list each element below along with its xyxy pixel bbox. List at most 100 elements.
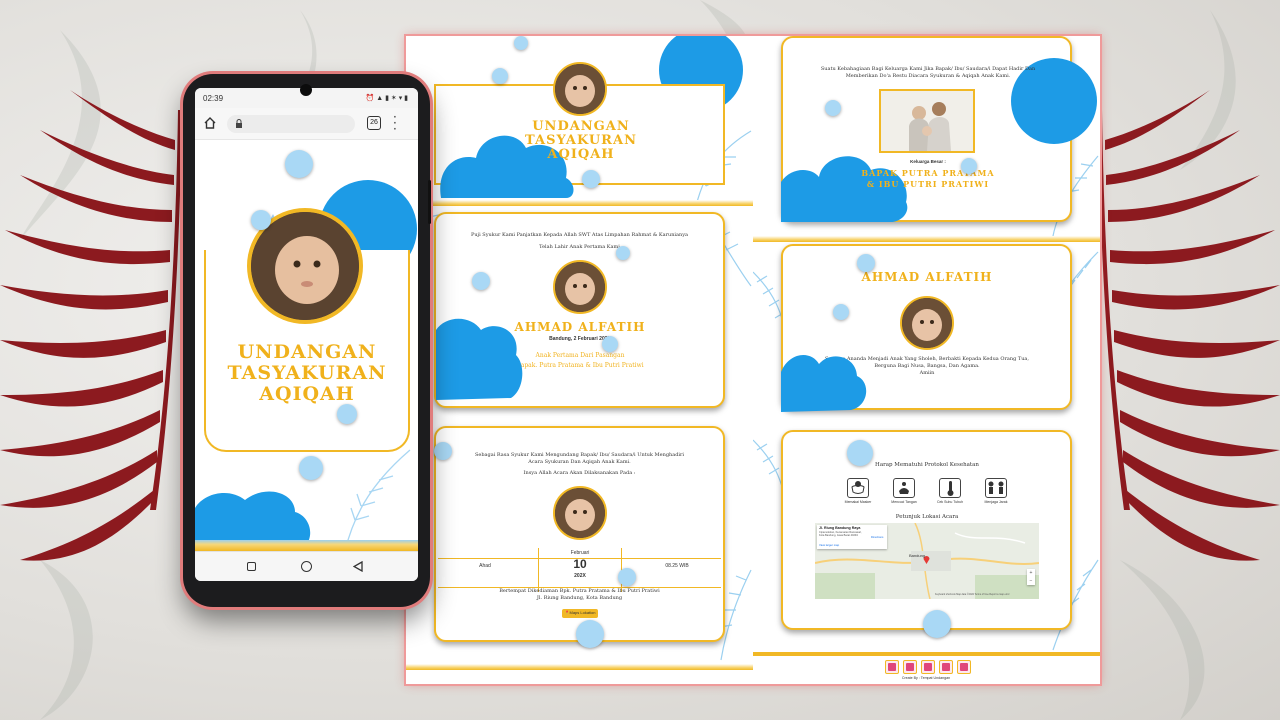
- android-nav-bar: [195, 551, 418, 581]
- event-intro: Sebagai Rasa Syukur Kami Mengundang Bapa…: [452, 452, 707, 477]
- event-place: Bertempat Dikediaman Bpk. Putra Pratama …: [452, 588, 707, 602]
- phone-side-button: [428, 180, 431, 224]
- distance-icon: [985, 478, 1007, 498]
- intro-line-2: Telah Lahir Anak Pertama Kami: [539, 244, 620, 250]
- cover-title: UNDANGAN TASYAKURAN AQIQAH: [506, 120, 656, 162]
- thermometer-icon: [939, 478, 961, 498]
- title-line-3: AQIQAH: [547, 147, 615, 162]
- bubble-decoration: [434, 442, 452, 460]
- event-details-panel: Sebagai Rasa Syukur Kami Mengundang Bapa…: [406, 420, 753, 670]
- back-button[interactable]: [353, 561, 363, 572]
- title-line-3: AQIQAH: [259, 383, 355, 405]
- family-panel: Suatu Kebahagiaan Bagi Keluarga Kami Jik…: [753, 36, 1100, 242]
- maps-location-button[interactable]: 📍Maps Lokation: [562, 609, 598, 618]
- right-fern-decoration: [1098, 90, 1280, 561]
- intro-text: Puji Syukur Kami Panjatkan Kepada Allah …: [446, 232, 713, 251]
- cloud-decoration: [781, 354, 867, 412]
- map-zoom-control[interactable]: + −: [1027, 569, 1035, 585]
- bubble-decoration: [825, 100, 841, 116]
- tabs-icon[interactable]: 26: [367, 116, 381, 130]
- footer-nav-calendar[interactable]: [921, 660, 935, 674]
- family-line-1: BAPAK PUTRA PRATAMA: [861, 168, 995, 178]
- map-place: Jl. Riung Bandung Raya: [819, 526, 861, 530]
- map-directions-link[interactable]: Directions: [871, 535, 887, 539]
- browser-toolbar: 26 · · ·: [195, 108, 418, 140]
- birth-announcement-panel: Puji Syukur Kami Panjatkan Kepada Allah …: [406, 206, 753, 420]
- maps-button-label: Maps Lokation: [569, 610, 596, 615]
- bubble-decoration: [602, 336, 618, 352]
- baby-name: AHMAD ALFATIH: [861, 270, 993, 284]
- cloud-decoration: [436, 318, 523, 400]
- status-time: 02:39: [203, 94, 224, 103]
- bubble-decoration: [576, 620, 604, 648]
- date-divider-left: [538, 548, 539, 592]
- footer-nav-location[interactable]: [939, 660, 953, 674]
- event-day: Ahad: [479, 563, 491, 569]
- status-icons: ⏰ ▲ ▮ ✶ ▾ ▮: [365, 95, 408, 102]
- bubble-decoration: [857, 254, 875, 272]
- title-line-2: TASYAKURAN: [525, 133, 637, 148]
- phone-gold-band: [195, 540, 418, 551]
- baby-photo: [553, 62, 607, 116]
- map-address: Cipamokolan, Kecamatan Rancasari, Kota B…: [819, 531, 862, 538]
- intro-line-1: Suatu Kebahagiaan Bagi Keluarga Kami Jik…: [820, 66, 1036, 72]
- bubble-decoration: [618, 568, 636, 586]
- map-city: Bandung: [909, 553, 926, 558]
- baby-photo: [553, 486, 607, 540]
- event-date: 10: [573, 557, 587, 571]
- event-year: 202X: [574, 573, 586, 579]
- bubble-decoration: [582, 170, 600, 188]
- phone-screen: 02:39 ⏰ ▲ ▮ ✶ ▾ ▮ 26 · · · UNDANGAN TASYAK…: [195, 88, 418, 581]
- bubble-decoration: [492, 68, 508, 84]
- title-line-1: UNDANGAN: [532, 119, 630, 134]
- bubble-decoration: [337, 404, 357, 424]
- map-larger-link[interactable]: View larger map: [819, 543, 869, 547]
- footer-nav-home[interactable]: [885, 660, 899, 674]
- title-line-1: UNDANGAN: [237, 341, 377, 363]
- bubble-decoration: [299, 456, 323, 480]
- bubble-decoration: [847, 440, 873, 466]
- hand-wash-icon: [893, 478, 915, 498]
- intro-line-1: Puji Syukur Kami Panjatkan Kepada Allah …: [470, 232, 689, 238]
- front-camera: [300, 84, 312, 96]
- intro-line-1: Sebagai Rasa Syukur Kami Mengundang Bapa…: [474, 452, 685, 458]
- bubble-decoration: [514, 36, 528, 50]
- phone-title: UNDANGAN TASYAKURAN AQIQAH: [209, 342, 405, 405]
- family-names: BAPAK PUTRA PRATAMA & IBU PUTRI PRATIWI: [853, 168, 1003, 190]
- protocol-label-wash: Mencuci Tangan: [891, 500, 917, 504]
- bubble-decoration: [472, 272, 490, 290]
- mask-icon: [847, 478, 869, 498]
- menu-dots-icon[interactable]: · · ·: [393, 111, 399, 135]
- map-title: Petunjuk Lokasi Acara: [895, 514, 959, 520]
- recent-apps-button[interactable]: [247, 562, 256, 571]
- protocol-map-panel: Harap Mematuhi Protokol Kesehatan Memaka…: [753, 420, 1100, 684]
- footer-nav-gallery[interactable]: [957, 660, 971, 674]
- intro-line-3: Insya Allah Acara Akan Dilaksanakan Pada…: [523, 470, 636, 476]
- bubble-decoration: [616, 246, 630, 260]
- baby-photo: [900, 296, 954, 350]
- left-fern-decoration: [0, 90, 182, 561]
- baby-photo: [553, 260, 607, 314]
- baby-photo: [251, 212, 359, 320]
- lock-icon: [236, 119, 242, 128]
- credit-text: Create By : Tempat Undangan: [901, 676, 951, 680]
- cloud-decoration: [195, 491, 311, 546]
- gold-divider: [406, 664, 753, 670]
- embedded-map[interactable]: Jl. Riung Bandung Raya Cipamokolan, Keca…: [815, 523, 1039, 599]
- place-line-2: Jl. Riung Bandung, Kota Bandung: [536, 595, 623, 601]
- intro-line-2: Acara Syukuran Dan Aqiqah Anak Kami.: [528, 459, 631, 465]
- bubble-decoration: [251, 210, 271, 230]
- protocol-label-temp: Cek Suhu Tubuh: [936, 500, 964, 504]
- cover-panel: UNDANGAN TASYAKURAN AQIQAH: [406, 36, 753, 206]
- bubble-decoration: [961, 158, 977, 174]
- family-intro: Suatu Kebahagiaan Bagi Keluarga Kami Jik…: [803, 66, 1053, 80]
- footer-nav-couple[interactable]: [903, 660, 917, 674]
- home-icon[interactable]: [203, 116, 217, 130]
- family-line-2: & IBU PUTRI PRATIWI: [866, 179, 990, 189]
- event-time: 08.25 WIB: [665, 563, 689, 569]
- bubble-decoration: [833, 304, 849, 320]
- intro-line-2: Memberikan Do'a Restu Diacara Syukuran &…: [845, 73, 1011, 79]
- map-footer: Keyboard shortcuts Map data ©2022 Terms …: [935, 593, 1010, 596]
- home-button[interactable]: [301, 561, 312, 572]
- url-field[interactable]: [227, 115, 355, 133]
